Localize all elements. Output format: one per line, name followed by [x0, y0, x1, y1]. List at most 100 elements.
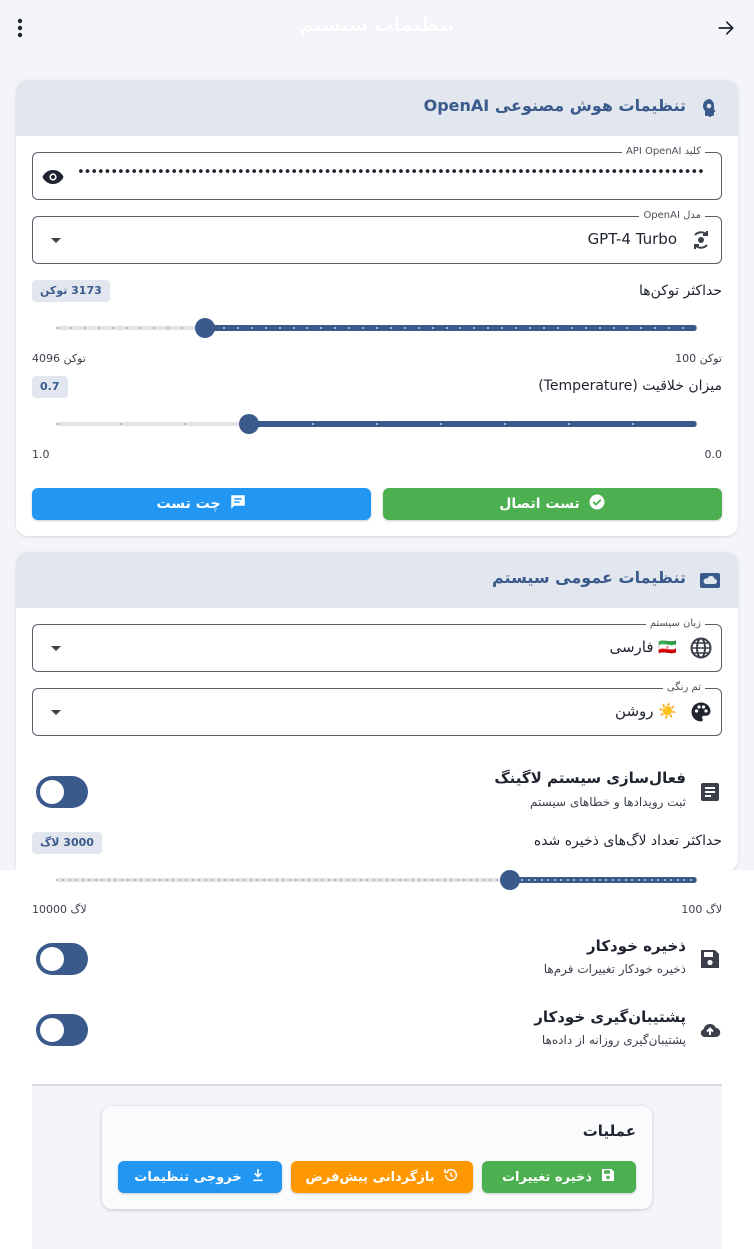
slider-tick: [97, 327, 100, 329]
slider-tick: [94, 879, 97, 881]
slider-tick: [372, 879, 375, 881]
slider-tick: [527, 879, 530, 881]
slider-tick: [120, 879, 123, 881]
slider-thumb[interactable]: [499, 870, 520, 890]
toggle-knob: [40, 780, 64, 804]
visibility-eye-icon[interactable]: [41, 165, 65, 189]
history-icon: [443, 1167, 459, 1187]
max-logs-slider[interactable]: [56, 870, 698, 890]
language-label: زبان سیستم: [645, 617, 705, 631]
general-settings-card: تنظیمات عمومی سیستم زبان سیستم 🇮🇷 فارسی …: [16, 552, 738, 871]
slider-tick: [570, 327, 573, 329]
theme-text: روشن: [615, 702, 654, 720]
max-tokens-min-label: 100 توکن: [675, 352, 722, 365]
slider-tick: [230, 879, 233, 881]
model-label: مدل OpenAI: [639, 209, 705, 223]
general-settings-continued: 100 لاگ 10000 لاگ ذخیره خودکار ذخیره خود…: [0, 870, 754, 1249]
download-icon: [250, 1167, 266, 1187]
slider-tick: [398, 879, 401, 881]
slider-tick: [469, 879, 472, 881]
slider-tick: [275, 879, 278, 881]
toggle-knob: [40, 947, 64, 971]
reset-defaults-button[interactable]: بازگردانی پیش‌فرض: [291, 1161, 473, 1193]
test-connection-button[interactable]: تست اتصال: [383, 488, 722, 520]
slider-tick: [69, 327, 72, 329]
slider-tick: [184, 423, 186, 425]
max-tokens-label: حداکثر توکن‌ها: [638, 283, 722, 299]
slider-tick: [696, 879, 698, 881]
slider-tick: [68, 879, 71, 881]
toggle-knob: [40, 1018, 64, 1042]
language-select[interactable]: زبان سیستم 🇮🇷 فارسی: [32, 617, 722, 672]
logging-subtitle: ثبت رویدادها و خطاهای سیستم: [530, 795, 686, 809]
reset-defaults-label: بازگردانی پیش‌فرض: [305, 1169, 435, 1185]
theme-select[interactable]: تم رنگی ☀️ روشن: [32, 681, 722, 736]
slider-tick: [249, 879, 252, 881]
api-key-label: کلید API OpenAI: [621, 145, 705, 159]
slider-active-track: [249, 421, 697, 427]
slider-tick: [56, 879, 58, 881]
api-key-field[interactable]: کلید API OpenAI ••••••••••••••••••••••••…: [32, 145, 722, 200]
slider-tick: [81, 879, 84, 881]
logging-toggle[interactable]: [36, 776, 88, 808]
slider-tick: [663, 879, 666, 881]
max-tokens-badge: 3173 توکن: [32, 280, 110, 302]
slider-tick: [624, 879, 627, 881]
slider-tick: [598, 327, 601, 329]
language-value: 🇮🇷 فارسی: [609, 638, 677, 656]
language-text: فارسی: [609, 638, 654, 656]
slider-tick: [359, 879, 362, 881]
temperature-slider[interactable]: [56, 414, 698, 434]
palette-icon: [689, 700, 713, 724]
actions-area: عملیات ذخیره تغییرات بازگردانی پیش‌فرض خ…: [32, 1086, 722, 1249]
autosave-toggle[interactable]: [36, 943, 88, 975]
slider-tick: [689, 879, 692, 881]
slider-tick: [431, 327, 434, 329]
max-logs-badge: 3000 لاگ: [32, 832, 102, 854]
test-chat-label: چت تست: [156, 496, 221, 512]
max-logs-min-label: 100 لاگ: [681, 903, 722, 916]
cloud-icon: [698, 568, 722, 592]
save-changes-button[interactable]: ذخیره تغییرات: [482, 1161, 636, 1193]
chevron-down-icon: [51, 646, 61, 651]
max-logs-label: حداکثر تعداد لاگ‌های ذخیره شده: [533, 833, 722, 849]
theme-value: ☀️ روشن: [615, 702, 677, 720]
slider-tick: [222, 327, 225, 329]
save-disk-icon: [698, 947, 722, 971]
chevron-down-icon: [51, 710, 61, 715]
model-select[interactable]: مدل OpenAI GPT-4 Turbo: [32, 209, 722, 264]
chat-icon: [229, 493, 247, 515]
slider-tick: [250, 327, 253, 329]
arrow-forward-icon[interactable]: [712, 16, 740, 40]
slider-tick: [440, 423, 442, 425]
export-settings-button[interactable]: خروجی تنظیمات: [118, 1161, 282, 1193]
slider-tick: [540, 879, 543, 881]
max-logs-max-label: 10000 لاگ: [32, 903, 87, 916]
slider-tick: [529, 327, 532, 329]
slider-tick: [632, 423, 634, 425]
slider-thumb[interactable]: [239, 414, 259, 434]
autobackup-toggle[interactable]: [36, 1014, 88, 1046]
model-value: GPT-4 Turbo: [587, 230, 677, 248]
max-tokens-slider[interactable]: [56, 318, 698, 338]
model-swap-icon: [689, 228, 713, 252]
slider-tick: [140, 879, 143, 881]
slider-tick: [579, 879, 582, 881]
slider-tick: [592, 879, 595, 881]
test-chat-button[interactable]: چت تست: [32, 488, 371, 520]
slider-thumb[interactable]: [194, 318, 215, 338]
slider-tick: [236, 327, 239, 329]
slider-tick: [56, 327, 58, 329]
iran-flag-icon: 🇮🇷: [658, 638, 677, 656]
slider-tick: [83, 327, 86, 329]
slider-tick: [133, 879, 136, 881]
slider-tick: [430, 879, 433, 881]
slider-tick: [288, 879, 291, 881]
slider-tick: [389, 327, 392, 329]
slider-tick: [125, 327, 128, 329]
slider-tick: [376, 423, 378, 425]
slider-tick: [568, 423, 570, 425]
autosave-subtitle: ذخیره خودکار تغییرات فرم‌ها: [543, 962, 686, 976]
slider-tick: [301, 879, 304, 881]
autobackup-title: پشتیبان‌گیری خودکار: [534, 1008, 686, 1026]
